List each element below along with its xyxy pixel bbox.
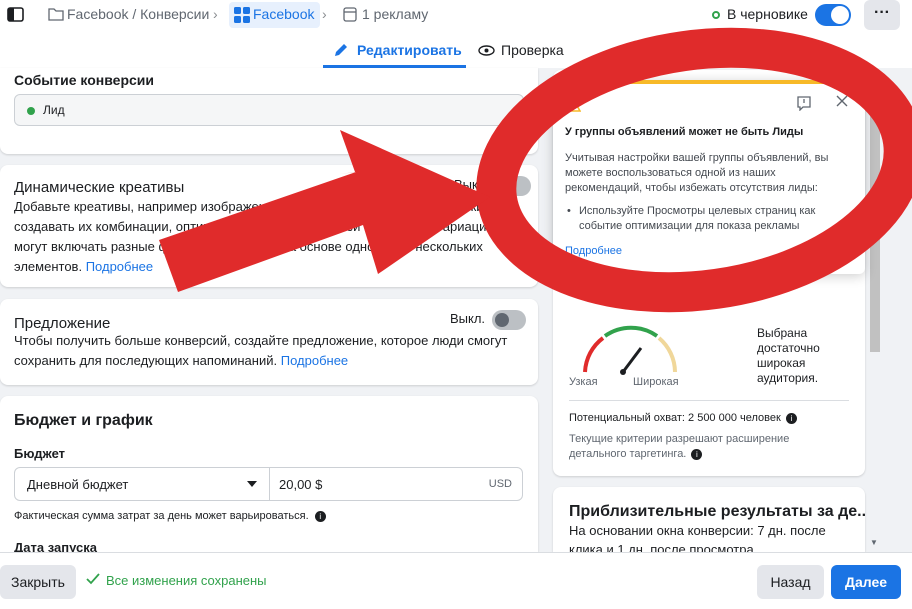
dynamic-creative-card: Динамические креативы Выкл. Добавьте кре… bbox=[0, 165, 538, 287]
eye-icon bbox=[478, 43, 495, 59]
gauge-wide-label: Широкая bbox=[633, 376, 679, 388]
saved-status: Все изменения сохранены bbox=[106, 573, 267, 588]
budget-type-select[interactable]: Дневной бюджет bbox=[14, 467, 270, 501]
tab-review[interactable]: Проверка bbox=[478, 42, 564, 59]
draft-status-label: В черновике bbox=[727, 6, 808, 22]
campaign-toggle[interactable] bbox=[815, 4, 851, 26]
close-icon[interactable] bbox=[836, 95, 848, 110]
audience-summary: Выбрана достаточно широкая аудитория. bbox=[757, 326, 820, 385]
more-options-button[interactable]: ··· bbox=[864, 0, 900, 30]
footer-bar: Закрыть Все изменения сохранены Назад Да… bbox=[0, 552, 912, 609]
estimated-results-title: Приблизительные результаты за де... bbox=[569, 503, 865, 520]
popover-bullet: • Используйте Просмотры целевых страниц … bbox=[567, 204, 847, 234]
chevron-right-icon: › bbox=[213, 6, 218, 22]
warning-icon bbox=[562, 95, 582, 115]
dynamic-creative-toggle[interactable] bbox=[497, 176, 531, 196]
budget-note-text: Фактическая сумма затрат за день может в… bbox=[14, 510, 309, 522]
estimated-results-card: Приблизительные результаты за де... На о… bbox=[553, 487, 865, 552]
feedback-icon[interactable] bbox=[797, 96, 811, 114]
detailed-targeting-note: Текущие критерии разрешают расширение де… bbox=[569, 432, 809, 462]
dynamic-creative-link[interactable]: Подробнее bbox=[86, 259, 153, 274]
right-scrollbar-thumb[interactable] bbox=[870, 88, 880, 352]
offer-card: Предложение Выкл. Чтобы получить больше … bbox=[0, 299, 538, 385]
budget-currency: USD bbox=[488, 478, 512, 490]
dynamic-creative-title: Динамические креативы bbox=[14, 179, 185, 196]
conversion-event-select[interactable]: Лид bbox=[14, 94, 524, 126]
tab-review-label: Проверка bbox=[501, 42, 564, 58]
check-icon bbox=[86, 573, 100, 588]
popover-body: Учитывая настройки вашей группы объявлен… bbox=[565, 152, 829, 194]
warning-popover: У группы объявлений может не быть Лиды У… bbox=[553, 80, 865, 274]
info-icon[interactable]: i bbox=[785, 412, 797, 424]
pencil-icon bbox=[333, 42, 349, 61]
budget-type-value: Дневной бюджет bbox=[27, 477, 129, 492]
info-icon[interactable]: i bbox=[691, 448, 703, 460]
scroll-down-icon[interactable]: ▼ bbox=[870, 538, 878, 547]
chevron-right-icon: › bbox=[322, 6, 327, 22]
ad-icon bbox=[343, 7, 357, 25]
budget-section-title: Бюджет и график bbox=[14, 412, 153, 429]
gauge-narrow-label: Узкая bbox=[569, 376, 598, 388]
offer-description: Чтобы получить больше конверсий, создайт… bbox=[14, 331, 524, 371]
draft-status-icon bbox=[712, 11, 720, 19]
info-icon[interactable]: i bbox=[314, 510, 326, 522]
grid-icon bbox=[234, 7, 250, 26]
tab-edit-label: Редактировать bbox=[357, 42, 462, 58]
budget-amount-input[interactable]: 20,00 $ USD bbox=[269, 467, 523, 501]
conversion-event-value: Лид bbox=[43, 103, 65, 117]
offer-toggle-label: Выкл. bbox=[450, 311, 486, 326]
conversion-event-title: Событие конверсии bbox=[14, 72, 154, 88]
audience-gauge bbox=[583, 325, 677, 375]
scroll-up-icon[interactable]: ▲ bbox=[870, 72, 878, 81]
budget-card: Бюджет и график Бюджет Дневной бюджет 20… bbox=[0, 396, 538, 555]
budget-label: Бюджет bbox=[14, 446, 65, 461]
tab-edit[interactable]: Редактировать bbox=[323, 40, 466, 68]
conversion-event-card: Событие конверсии Лид bbox=[0, 68, 538, 154]
bullet-icon: • bbox=[567, 205, 571, 217]
estimated-results-body: На основании окна конверсии: 7 дн. после… bbox=[569, 523, 826, 552]
dynamic-creative-toggle-label: Выкл. bbox=[454, 177, 490, 192]
potential-reach-text: Потенциальный охват: 2 500 000 человек bbox=[569, 412, 781, 424]
potential-reach: Потенциальный охват: 2 500 000 человек i bbox=[569, 412, 797, 424]
popover-title: У группы объявлений может не быть Лиды bbox=[565, 126, 804, 138]
offer-link[interactable]: Подробнее bbox=[281, 353, 348, 368]
sidebar-toggle-icon[interactable] bbox=[4, 4, 28, 26]
status-dot-icon bbox=[27, 107, 35, 115]
folder-icon bbox=[48, 7, 64, 24]
breadcrumb-ads[interactable]: 1 рекламу bbox=[362, 6, 428, 22]
budget-amount-value: 20,00 $ bbox=[279, 477, 323, 492]
caret-down-icon bbox=[246, 478, 258, 493]
close-button[interactable]: Закрыть bbox=[0, 565, 76, 599]
popover-bullet-text: Используйте Просмотры целевых страниц ка… bbox=[579, 205, 816, 232]
next-button[interactable]: Далее bbox=[831, 565, 901, 599]
divider bbox=[569, 400, 849, 401]
popover-learn-more-link[interactable]: Подробнее bbox=[565, 245, 622, 257]
back-button[interactable]: Назад bbox=[757, 565, 824, 599]
offer-text: Чтобы получить больше конверсий, создайт… bbox=[14, 333, 508, 368]
dynamic-creative-description: Добавьте креативы, например изображения … bbox=[14, 197, 514, 277]
detailed-targeting-text: Текущие критерии разрешают расширение де… bbox=[569, 433, 790, 460]
offer-title: Предложение bbox=[14, 315, 111, 332]
breadcrumb-campaign[interactable]: Facebook / Конверсии bbox=[67, 6, 209, 22]
top-bar: Facebook / Конверсии › Facebook › 1 рекл… bbox=[0, 0, 912, 68]
budget-note: Фактическая сумма затрат за день может в… bbox=[14, 510, 326, 522]
offer-toggle[interactable] bbox=[492, 310, 526, 330]
